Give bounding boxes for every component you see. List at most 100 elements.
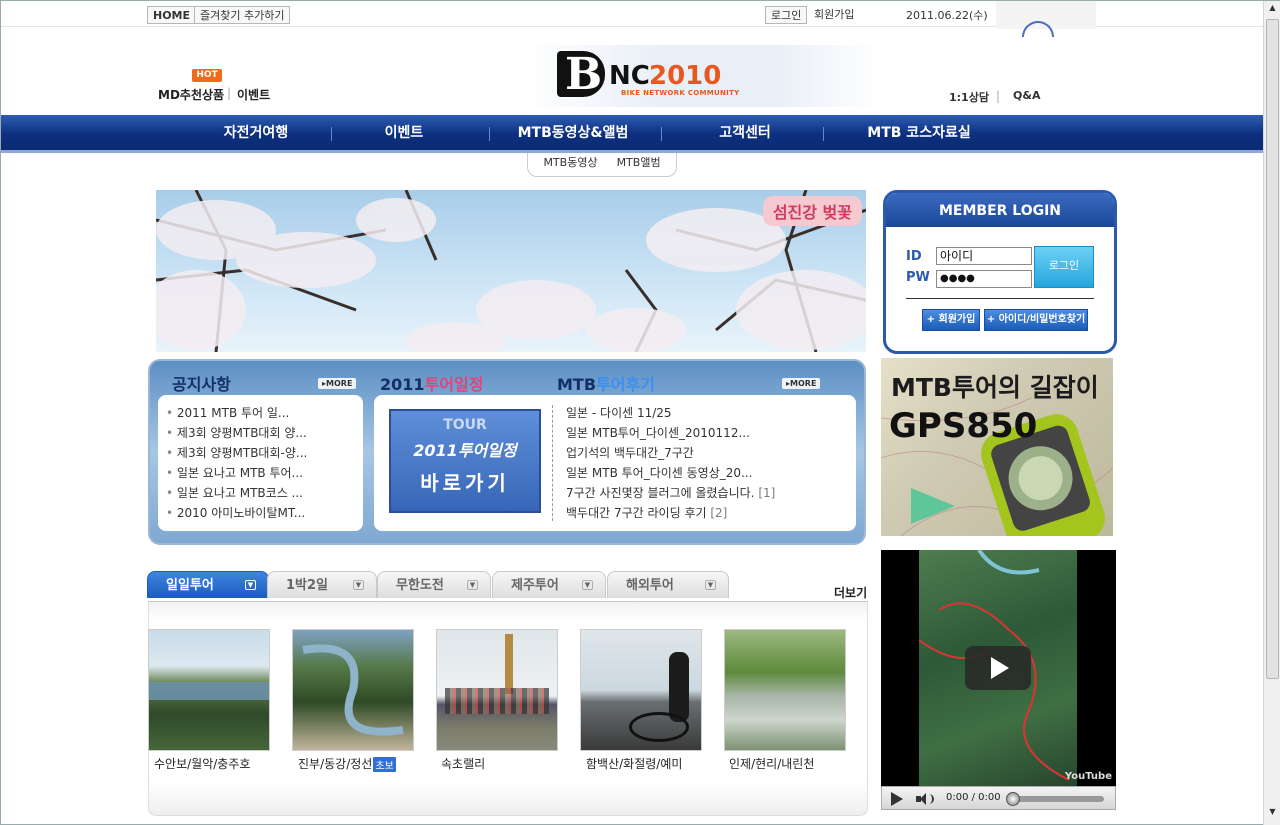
- vertical-scrollbar[interactable]: ▲ ▼: [1263, 1, 1280, 825]
- scroll-thumb[interactable]: [1266, 19, 1279, 679]
- video-seek-bar[interactable]: [1006, 792, 1104, 806]
- top-right-ad: [996, 1, 1096, 37]
- top-join-link[interactable]: 회원가입: [809, 6, 859, 24]
- top-login-button[interactable]: 로그인: [765, 6, 808, 24]
- video-player[interactable]: YouTube: [881, 550, 1116, 786]
- nav-bike-travel[interactable]: 자전거여행: [196, 115, 316, 151]
- tour-thumb[interactable]: [724, 629, 846, 751]
- logo-nc-text: NC: [609, 61, 650, 91]
- current-date: 2011.06.22(수): [906, 9, 988, 22]
- notice-item[interactable]: 일본 요나고 MTB 투어...: [166, 463, 356, 483]
- review-item[interactable]: 일본 MTB 투어_다이센 동영상_20...: [566, 463, 846, 483]
- tour-button-line2: 바로가기: [420, 471, 510, 495]
- review-item[interactable]: 백두대간 7구간 라이딩 후기 [2]: [566, 503, 846, 523]
- tab-overnight[interactable]: 1박2일 ▼: [267, 571, 377, 598]
- add-bookmark-button[interactable]: 즐겨찾기 추가하기: [194, 6, 291, 24]
- id-label: ID: [906, 249, 922, 264]
- subnav-mtb-album[interactable]: MTB앨범: [617, 156, 661, 169]
- logo-year-text: 2010: [649, 61, 722, 91]
- notice-list: 2011 MTB 투어 일... 제3회 양평MTB대회 양... 제3회 양평…: [166, 403, 356, 523]
- tab-day-tour[interactable]: 일일투어 ▼: [147, 571, 269, 598]
- notice-item[interactable]: 제3회 양평MTB대회-양...: [166, 443, 356, 463]
- notice-item[interactable]: 2010 아미노바이탈MT...: [166, 503, 356, 523]
- notice-item[interactable]: 제3회 양평MTB대회 양...: [166, 423, 356, 443]
- tour-thumb[interactable]: [580, 629, 702, 751]
- tour-more-link[interactable]: 더보기: [834, 584, 867, 601]
- tour-thumb[interactable]: [148, 629, 270, 751]
- review-item[interactable]: 업기석의 백두대간_7구간: [566, 443, 846, 463]
- schedule-title: 2011투어일정: [380, 375, 484, 394]
- video-controls: 0:00 / 0:00: [881, 786, 1116, 810]
- pw-label: PW: [906, 270, 930, 285]
- id-input[interactable]: 아이디: [936, 247, 1032, 265]
- banner-tag: 섬진강 벚꽃: [762, 196, 862, 226]
- play-icon[interactable]: [891, 792, 903, 806]
- pw-input[interactable]: ●●●●: [936, 270, 1032, 288]
- review-more-link[interactable]: ▸MORE: [782, 378, 821, 389]
- nav-course-archive[interactable]: MTB 코스자료실: [849, 115, 989, 151]
- tour-button-line1: 2011투어일정: [413, 441, 517, 460]
- sub-nav: MTB동영상 MTB앨범: [527, 153, 677, 177]
- site-logo[interactable]: B NC 2010 BIKE NETWORK COMMUNITY: [557, 49, 747, 101]
- play-overlay-button[interactable]: [965, 646, 1031, 690]
- nav-mtb-video-album[interactable]: MTB동영상&앨범: [503, 115, 643, 151]
- card-divider: [552, 405, 553, 521]
- scroll-up-arrow[interactable]: ▲: [1266, 3, 1279, 17]
- logo-mark: B: [557, 49, 605, 100]
- tab-overseas-tour[interactable]: 해외투어 ▼: [607, 571, 729, 598]
- qa-link[interactable]: Q&A: [1013, 89, 1040, 102]
- tour-caption[interactable]: 수안보/월악/충주호: [154, 755, 250, 772]
- gps-ad-line1: MTB투어의 길잡이: [891, 373, 1099, 402]
- nav-separator: [489, 127, 490, 141]
- chevron-down-icon: ▼: [705, 580, 716, 590]
- login-title: MEMBER LOGIN: [886, 193, 1114, 227]
- schedule-review-card: TOUR 2011투어일정 바로가기 일본 - 다이센 11/25 일본 MTB…: [374, 395, 856, 531]
- tab-infinite-challenge[interactable]: 무한도전 ▼: [377, 571, 491, 598]
- nav-event[interactable]: 이벤트: [344, 115, 464, 151]
- tour-thumb[interactable]: [436, 629, 558, 751]
- review-item[interactable]: 일본 - 다이센 11/25: [566, 403, 846, 423]
- tour-caption[interactable]: 속초랠리: [441, 755, 485, 772]
- chevron-down-icon: ▼: [582, 580, 593, 590]
- nav-separator: [823, 127, 824, 141]
- home-button[interactable]: HOME: [147, 6, 197, 24]
- review-title: MTB투어후기: [557, 375, 655, 394]
- notice-more-link[interactable]: ▸MORE: [318, 378, 357, 389]
- md-pick-link[interactable]: MD추천상품: [158, 86, 224, 103]
- tour-thumb[interactable]: [292, 629, 414, 751]
- header-event-link[interactable]: 이벤트: [237, 86, 270, 103]
- review-item[interactable]: 일본 MTB투어_다이센_2010112...: [566, 423, 846, 443]
- nav-separator: [661, 127, 662, 141]
- main-banner[interactable]: 섬진강 벚꽃: [156, 190, 866, 352]
- board-panel: 공지사항 ▸MORE 2011 MTB 투어 일... 제3회 양평MTB대회 …: [148, 359, 866, 545]
- review-list: 일본 - 다이센 11/25 일본 MTB투어_다이센_2010112... 업…: [566, 403, 846, 523]
- notice-item[interactable]: 2011 MTB 투어 일...: [166, 403, 356, 423]
- consult-link[interactable]: 1:1상담: [949, 89, 989, 105]
- nav-customer-center[interactable]: 고객센터: [685, 115, 805, 151]
- tour-caption[interactable]: 함백산/화절령/예미: [586, 755, 682, 772]
- youtube-logo: YouTube: [1064, 771, 1112, 782]
- top-utility-bar: HOME 즐겨찾기 추가하기 로그인 회원가입 2011.06.22(수): [1, 1, 1263, 37]
- hot-badge: HOT: [192, 69, 222, 82]
- tour-schedule-button[interactable]: TOUR 2011투어일정 바로가기: [389, 409, 541, 513]
- video-time: 0:00 / 0:00: [946, 792, 1001, 803]
- login-submit-button[interactable]: 로그인: [1034, 246, 1094, 288]
- tour-caption[interactable]: 진부/동강/정선 초보: [298, 755, 397, 773]
- nav-separator: [331, 127, 332, 141]
- seek-handle[interactable]: [1006, 792, 1020, 806]
- notice-title: 공지사항: [172, 375, 231, 394]
- join-button[interactable]: + 회원가입: [922, 309, 980, 331]
- volume-icon[interactable]: [916, 792, 936, 806]
- gps-ad-banner[interactable]: MTB투어의 길잡이 GPS850: [881, 358, 1113, 536]
- logo-subtitle: BIKE NETWORK COMMUNITY: [621, 89, 740, 97]
- scroll-down-arrow[interactable]: ▼: [1266, 807, 1279, 821]
- find-account-button[interactable]: + 아이디/비밀번호찾기: [984, 309, 1088, 331]
- gps-ad-line2: GPS850: [889, 406, 1038, 446]
- notice-item[interactable]: 일본 요나고 MTB코스 ...: [166, 483, 356, 503]
- chevron-down-icon: ▼: [467, 580, 478, 590]
- subnav-mtb-video[interactable]: MTB동영상: [543, 156, 597, 169]
- tab-jeju-tour[interactable]: 제주투어 ▼: [492, 571, 606, 598]
- tour-caption[interactable]: 인제/현리/내린천: [729, 755, 814, 772]
- review-item[interactable]: 7구간 사진몇장 블러그에 올렸습니다. [1]: [566, 483, 846, 503]
- notice-card: 2011 MTB 투어 일... 제3회 양평MTB대회 양... 제3회 양평…: [158, 395, 363, 531]
